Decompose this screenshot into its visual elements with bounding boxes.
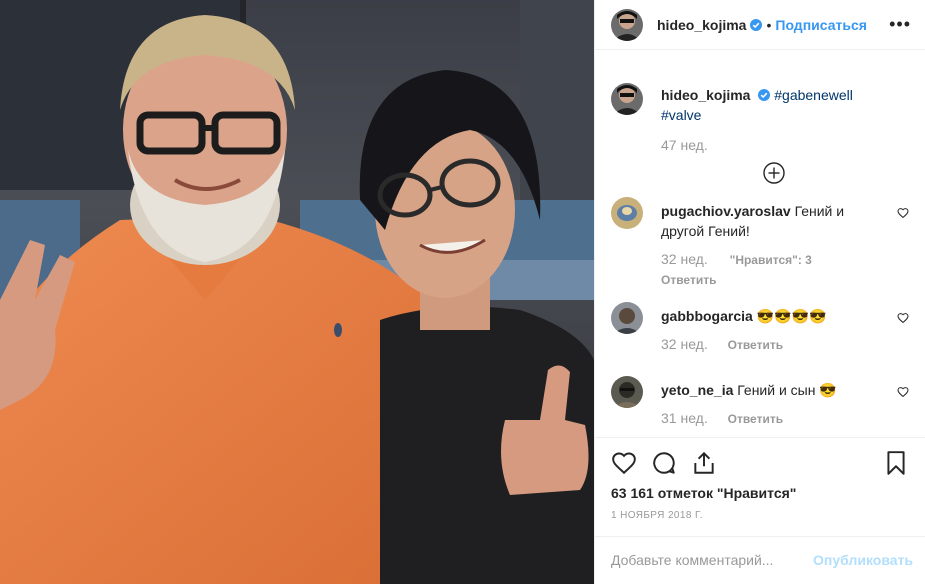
action-icons [611, 450, 909, 476]
comment-age[interactable]: 32 нед. [661, 336, 708, 352]
reply-button[interactable]: Ответить [728, 412, 783, 426]
post-details-panel: hideo_kojima • Подписаться ••• hideo_koj… [594, 0, 925, 584]
comment-text: Гений и сын 😎 [737, 382, 837, 398]
commenter-avatar[interactable] [611, 376, 643, 408]
load-more-comments-icon[interactable] [763, 162, 785, 184]
post-photo[interactable] [0, 0, 594, 584]
comment-item: yeto_ne_ia Гений и сын 😎 31 нед. Ответит… [611, 376, 909, 436]
comment-likes-count[interactable]: "Нравится": 3 [730, 253, 812, 267]
comment-username[interactable]: yeto_ne_ia [661, 382, 733, 398]
likes-count[interactable]: 63 161 отметок "Нравится" [611, 485, 796, 501]
post-actions: 63 161 отметок "Нравится" 1 НОЯБРЯ 2018 … [595, 437, 925, 584]
caption-author-avatar[interactable] [611, 83, 643, 115]
commenter-avatar[interactable] [611, 197, 643, 229]
comment-age[interactable]: 31 нед. [661, 410, 708, 426]
comment-item: pugachiov.yaroslav Гений и другой Гений!… [611, 197, 909, 287]
instagram-post-view: hideo_kojima • Подписаться ••• hideo_koj… [0, 0, 925, 584]
follow-button[interactable]: Подписаться [775, 17, 867, 33]
comment-like-heart-icon[interactable] [897, 386, 909, 398]
author-avatar[interactable] [611, 8, 643, 41]
more-options-icon[interactable]: ••• [889, 15, 911, 33]
author-username[interactable]: hideo_kojima [657, 17, 746, 33]
verified-badge-icon [750, 18, 763, 31]
comment-input[interactable]: Добавьте комментарий... [611, 552, 773, 568]
caption: hideo_kojima #gabenewell #valve 47 нед. [611, 83, 909, 193]
caption-author-username[interactable]: hideo_kojima [661, 87, 750, 103]
save-bookmark-icon[interactable] [883, 450, 909, 476]
comment-like-heart-icon[interactable] [897, 207, 909, 219]
comment-text: 😎😎😎😎 [756, 308, 827, 324]
comments-list[interactable]: hideo_kojima #gabenewell #valve 47 нед. … [595, 66, 925, 436]
share-upload-icon[interactable] [691, 450, 717, 476]
comment-like-heart-icon[interactable] [897, 312, 909, 324]
comment-age[interactable]: 32 нед. [661, 251, 708, 267]
publish-button[interactable]: Опубликовать [813, 552, 913, 568]
verified-badge-icon [758, 89, 771, 101]
add-comment-bar: Добавьте комментарий... Опубликовать [595, 536, 925, 585]
separator-dot: • [766, 16, 772, 33]
commenter-avatar[interactable] [611, 302, 643, 334]
comment-username[interactable]: gabbbogarcia [661, 308, 753, 324]
reply-button[interactable]: Ответить [661, 270, 879, 290]
post-header: hideo_kojima • Подписаться ••• [595, 0, 925, 50]
reply-button[interactable]: Ответить [728, 338, 783, 352]
comment-item: gabbbogarcia 😎😎😎😎 32 нед. Ответить [611, 302, 909, 362]
comment-username[interactable]: pugachiov.yaroslav [661, 203, 791, 219]
post-date[interactable]: 1 НОЯБРЯ 2018 Г. [611, 510, 703, 521]
caption-age[interactable]: 47 нед. [661, 137, 708, 153]
like-heart-icon[interactable] [611, 450, 637, 476]
comment-bubble-icon[interactable] [651, 450, 677, 476]
